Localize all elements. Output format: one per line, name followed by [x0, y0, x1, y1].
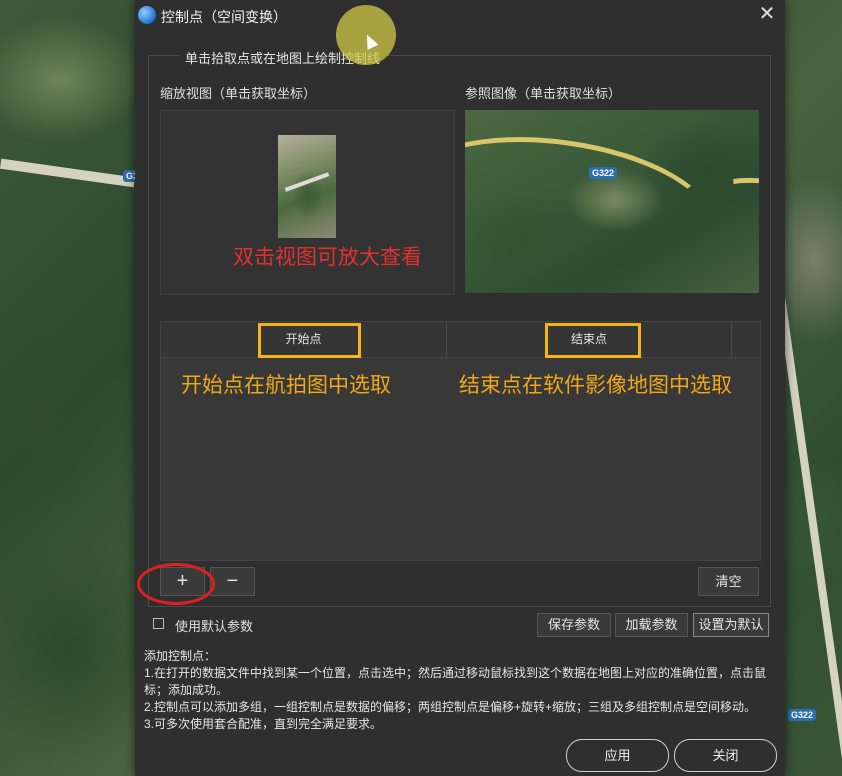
reference-image-label: 参照图像（单击获取坐标）: [465, 86, 622, 101]
end-point-annotation: 结束点在软件影像地图中选取: [459, 373, 732, 397]
instructions-line: 1.在打开的数据文件中找到某一个位置，点击选中；然后通过移动鼠标找到这个数据在地…: [144, 666, 767, 680]
load-params-button[interactable]: 加载参数: [615, 613, 688, 637]
end-column-highlight: [545, 323, 641, 358]
reference-road-label: G322: [589, 167, 618, 179]
app-globe-icon: [138, 6, 156, 24]
save-params-button[interactable]: 保存参数: [537, 613, 611, 637]
instructions-heading: 添加控制点：: [144, 649, 217, 663]
start-point-annotation: 开始点在航拍图中选取: [181, 373, 391, 397]
map-road: [0, 158, 136, 188]
use-default-label[interactable]: 使用默认参数: [175, 616, 253, 635]
use-default-checkbox[interactable]: [153, 618, 164, 629]
zoom-hint-annotation: 双击视图可放大查看: [233, 245, 422, 269]
instructions: 添加控制点： 1.在打开的数据文件中找到某一个位置，点击选中；然后通过移动鼠标找…: [144, 648, 766, 733]
instructions-line: 2.控制点可以添加多组，一组控制点是数据的偏移；两组控制点是偏移+旋转+缩放；三…: [144, 700, 757, 714]
map-road-label: G322: [788, 709, 817, 721]
instructions-line: 标；添加成功。: [144, 683, 229, 697]
table-header: 开始点 结束点: [161, 322, 760, 358]
set-default-button[interactable]: 设置为默认: [693, 613, 769, 637]
aerial-image-thumbnail[interactable]: [278, 135, 336, 238]
close-icon[interactable]: ✕: [755, 4, 779, 26]
title-bar[interactable]: 控制点（空间变换） ✕: [135, 0, 785, 30]
column-divider: [731, 322, 732, 357]
zoom-view-label: 缩放视图（单击获取坐标）: [160, 86, 317, 101]
control-points-dialog: 控制点（空间变换） ✕ 单击拾取点或在地图上绘制控制线 缩放视图（单击获取坐标）…: [135, 0, 785, 776]
instructions-line: 3.可多次使用套合配准，直到完全满足要求。: [144, 717, 383, 731]
clear-button[interactable]: 清空: [698, 567, 759, 596]
zoom-view[interactable]: 双击视图可放大查看: [160, 110, 455, 295]
remove-point-button[interactable]: −: [210, 567, 255, 596]
start-column-highlight: [258, 323, 361, 358]
apply-button[interactable]: 应用: [566, 739, 669, 772]
control-points-table[interactable]: 开始点 结束点 开始点在航拍图中选取 结束点在软件影像地图中选取: [160, 321, 761, 561]
close-button[interactable]: 关闭: [674, 739, 777, 772]
add-button-highlight: [137, 563, 215, 605]
reference-image-view[interactable]: G322: [465, 110, 759, 293]
dialog-title: 控制点（空间变换）: [161, 9, 287, 25]
